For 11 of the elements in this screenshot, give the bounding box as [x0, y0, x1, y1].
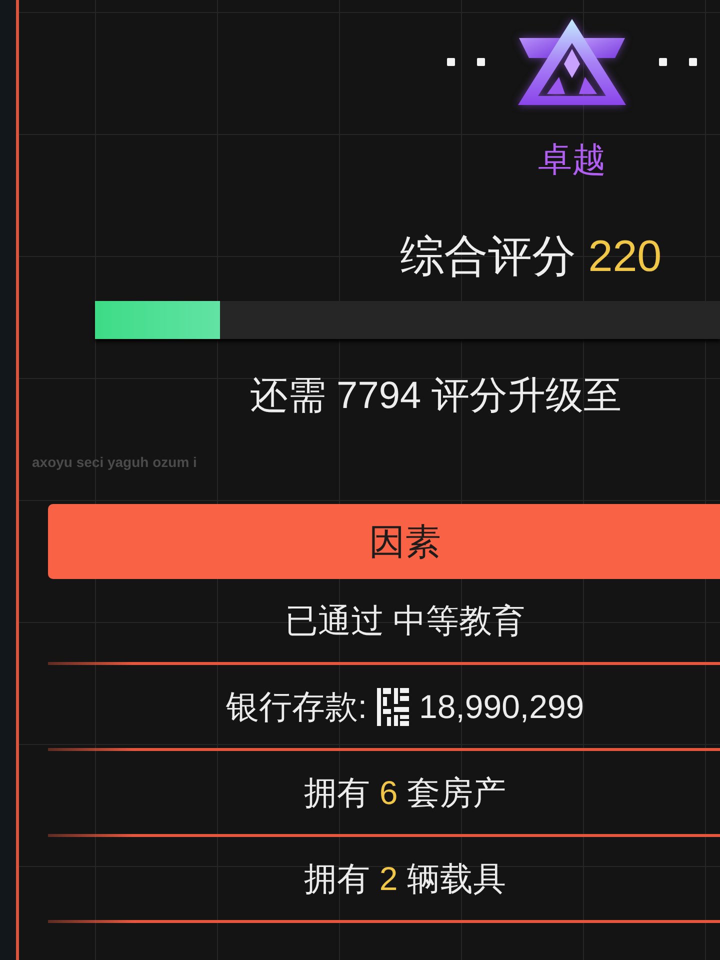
- upgrade-hint: 还需 7794 评分升级至: [250, 374, 622, 419]
- score-text: 综合评分 220: [400, 231, 662, 283]
- bank-amount: 18,990,299: [419, 686, 584, 726]
- bank-label: 银行存款:: [226, 686, 367, 726]
- factor-text: 拥有 6 套房产: [304, 772, 506, 812]
- factor-text: 拥有 2 辆载具: [304, 858, 506, 898]
- block-glyph-icon: [377, 688, 409, 726]
- triangle-emblem-icon: [517, 18, 627, 106]
- factor-text: 已通过 中等教育: [284, 600, 526, 640]
- rank-title: 卓越: [538, 140, 606, 180]
- section-header: 因素: [48, 504, 720, 579]
